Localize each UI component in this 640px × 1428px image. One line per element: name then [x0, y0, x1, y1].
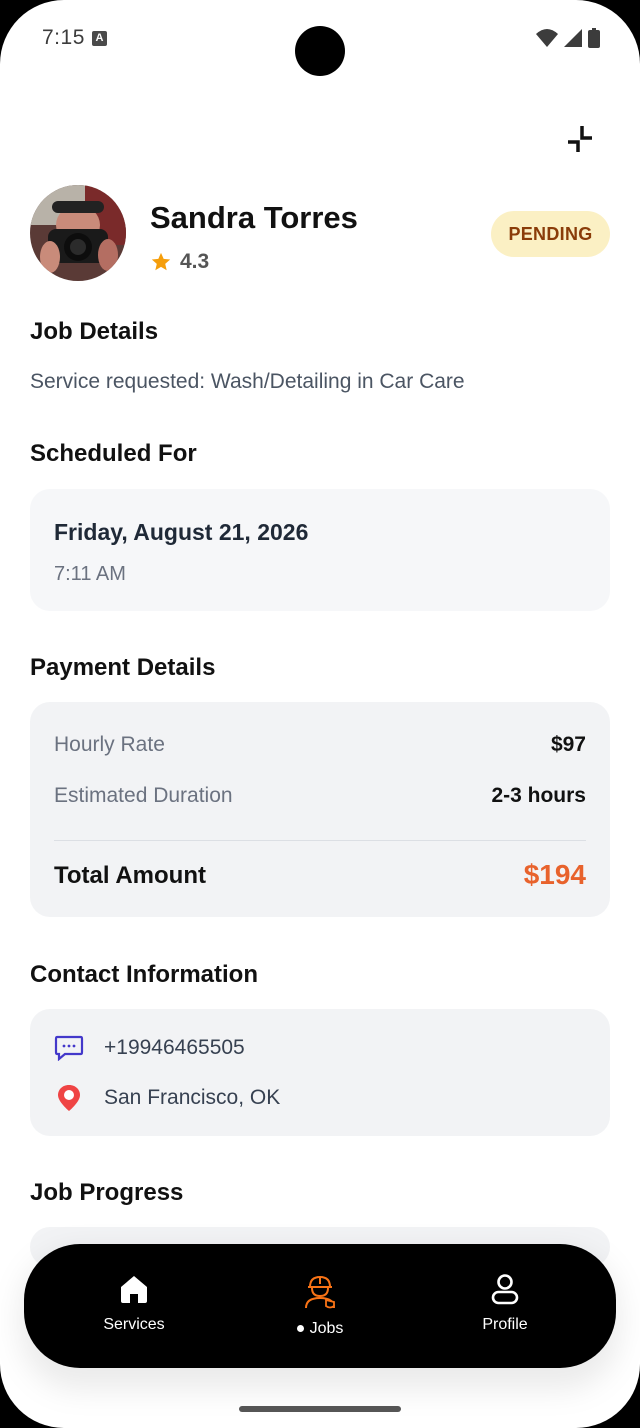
location-text: San Francisco, OK [104, 1086, 281, 1109]
schedule-card: Friday, August 21, 2026 7:11 AM [30, 489, 610, 611]
duration-label: Estimated Duration [54, 784, 233, 807]
location-row: San Francisco, OK [54, 1083, 280, 1113]
rating: 4.3 [150, 250, 209, 274]
contact-card: +19946465505 San Francisco, OK [30, 1009, 610, 1136]
nav-jobs[interactable]: Jobs [255, 1272, 385, 1338]
battery-icon [588, 28, 600, 48]
hourly-rate-value: $97 [550, 733, 586, 756]
user-icon [491, 1274, 519, 1305]
total-amount-label: Total Amount [54, 862, 206, 889]
app-notification-icon: A [92, 31, 107, 46]
home-icon [121, 1276, 147, 1303]
avatar [30, 185, 126, 281]
location-pin-icon [58, 1085, 80, 1111]
phone-row[interactable]: +19946465505 [54, 1035, 245, 1061]
status-badge: PENDING [491, 211, 610, 257]
worker-icon [305, 1275, 335, 1309]
phone-number: +19946465505 [104, 1036, 245, 1059]
status-icons [536, 28, 600, 48]
status-time: 7:15 [42, 26, 85, 49]
chat-icon [54, 1035, 84, 1061]
payment-title: Payment Details [30, 654, 216, 681]
nav-jobs-label: Jobs [296, 1320, 344, 1338]
camera-cutout [295, 26, 345, 76]
duration-value: 2-3 hours [491, 784, 586, 807]
star-icon [151, 252, 171, 271]
nav-services-label: Services [103, 1316, 165, 1333]
payment-card: Hourly Rate $97 Estimated Duration 2-3 h… [30, 702, 610, 917]
progress-title: Job Progress [30, 1179, 184, 1206]
rating-value: 4.3 [180, 250, 210, 273]
nav-profile-label: Profile [482, 1316, 528, 1333]
job-details-title: Job Details [30, 318, 159, 345]
status-bar: 7:15 A [0, 0, 640, 80]
divider [54, 840, 586, 841]
home-indicator [239, 1406, 401, 1412]
nav-services[interactable]: Services [69, 1272, 199, 1334]
service-description: Service requested: Wash/Detailing in Car… [30, 370, 465, 393]
active-dot [296, 1325, 304, 1333]
scheduled-title: Scheduled For [30, 440, 197, 467]
nav-profile[interactable]: Profile [440, 1272, 570, 1334]
wifi-icon [536, 29, 558, 47]
contact-title: Contact Information [30, 961, 258, 988]
nav-jobs-text: Jobs [309, 1320, 344, 1337]
hourly-rate-label: Hourly Rate [54, 733, 165, 756]
collapse-icon [568, 126, 592, 152]
schedule-time: 7:11 AM [54, 563, 126, 585]
collapse-button[interactable] [562, 122, 598, 158]
phone-screen: 7:15 A Sandra Torres 4.3 PENDING Job Det… [0, 0, 640, 1428]
bottom-nav: Services Jobs Profile [24, 1244, 616, 1368]
provider-name: Sandra Torres [150, 200, 358, 235]
total-amount-value: $194 [523, 859, 586, 890]
signal-icon [564, 29, 582, 47]
schedule-date: Friday, August 21, 2026 [54, 519, 309, 545]
